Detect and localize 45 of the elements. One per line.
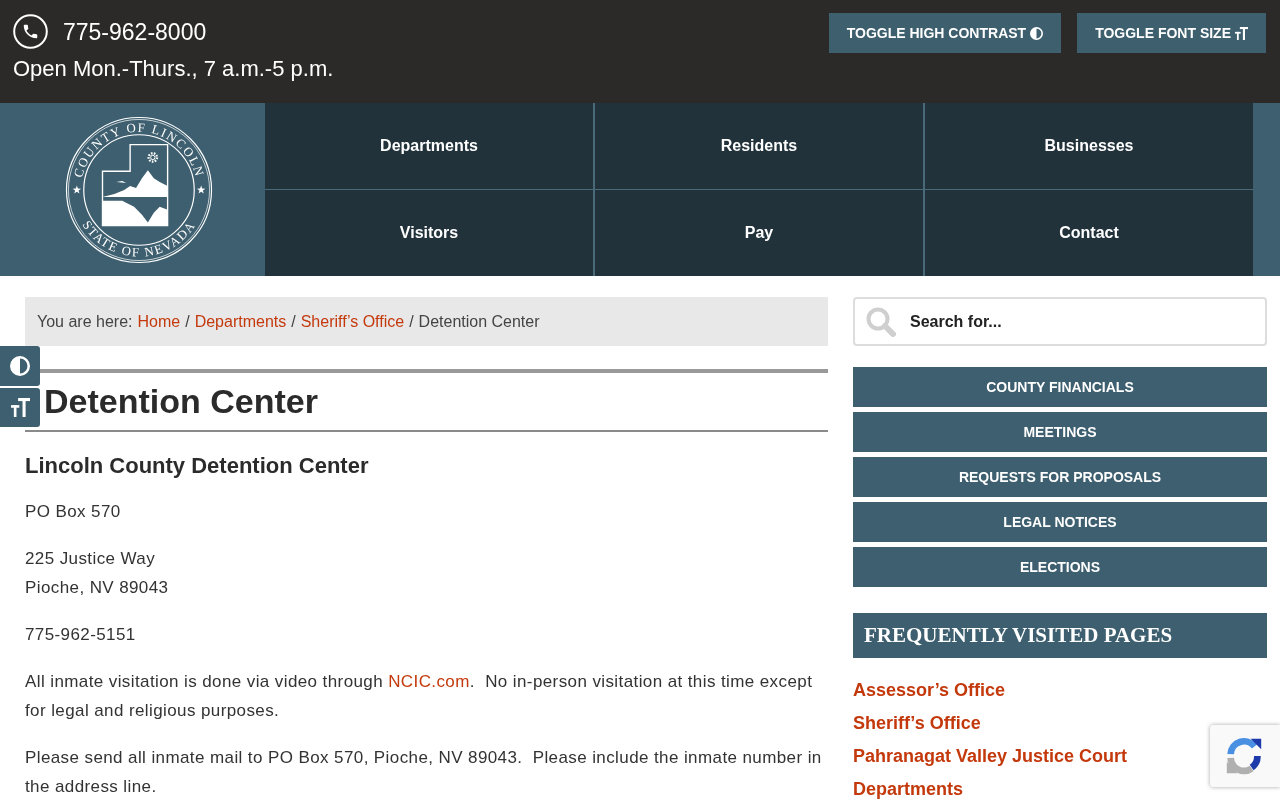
office-hours: Open Mon.-Thurs., 7 a.m.-5 p.m. (13, 56, 334, 82)
phone-icon (13, 14, 48, 49)
search-field[interactable]: Search for... (853, 297, 1267, 346)
breadcrumb-current: Detention Center (418, 312, 540, 331)
page-link[interactable]: Departments (853, 778, 964, 800)
sidebar-button[interactable]: COUNTY FINANCIALS (853, 367, 1267, 407)
toggle-button[interactable]: TOGGLE HIGH CONTRAST (828, 13, 1062, 53)
section-header: FREQUENTLY VISITED PAGES (853, 613, 1267, 658)
breadcrumb-separator: / (185, 312, 190, 331)
toggle-button[interactable]: TOGGLE FONT SIZE (1077, 13, 1266, 53)
page-link[interactable]: Pahranagat Valley Justice Court (853, 745, 1128, 767)
body-text: PO Box 570 (25, 501, 122, 523)
breadcrumb-link[interactable]: Sheriff’s Office (300, 312, 405, 331)
sidebar-button[interactable]: MEETINGS (853, 412, 1267, 452)
body-text: All inmate visitation is done via video through NCIC.com. No in-person visitation at this time except for legal and religious purposes. (25, 671, 814, 722)
nav-link[interactable]: Departments (265, 103, 593, 189)
page-link[interactable]: Assessor’s Office (853, 679, 1006, 701)
page-link[interactable]: Sheriff’s Office (853, 712, 981, 734)
nav-link[interactable]: Residents (595, 103, 923, 189)
nav-link[interactable]: Visitors (265, 190, 593, 276)
breadcrumb-link[interactable]: Departments (194, 312, 287, 331)
breadcrumb-separator: / (409, 312, 414, 331)
nav-link[interactable]: Pay (595, 190, 923, 276)
breadcrumb-separator: / (291, 312, 296, 331)
search-icon (866, 307, 896, 337)
body-text: 775-962-5151 (25, 624, 137, 646)
body-text: Please send all inmate mail to PO Box 570, Pioche, NV 89043. Please include the inmate number in the address line. (25, 747, 823, 798)
font-size-icon (10, 398, 30, 417)
phone-number: 775-962-8000 (63, 17, 207, 46)
nav-link[interactable]: Businesses (925, 103, 1253, 189)
contrast-icon (10, 356, 30, 376)
contrast-toggle-button[interactable] (0, 346, 40, 386)
text-link[interactable]: NCIC.com (388, 672, 470, 691)
font-size-icon (1235, 26, 1248, 40)
font-size-toggle-button[interactable] (0, 388, 40, 427)
breadcrumb-label: You are here: (37, 312, 133, 331)
contrast-icon (1030, 26, 1044, 40)
sidebar-button[interactable]: ELECTIONS (853, 547, 1267, 587)
sidebar-button[interactable]: REQUESTS FOR PROPOSALS (853, 457, 1267, 497)
section-heading: Lincoln County Detention Center (25, 453, 370, 479)
body-text: 225 Justice Way Pioche, NV 89043 (25, 548, 170, 599)
breadcrumb-link[interactable]: Home (137, 312, 181, 331)
sidebar-button[interactable]: LEGAL NOTICES (853, 502, 1267, 542)
page-title: Detention Center (43, 381, 319, 422)
nav-link[interactable]: Contact (925, 190, 1253, 276)
